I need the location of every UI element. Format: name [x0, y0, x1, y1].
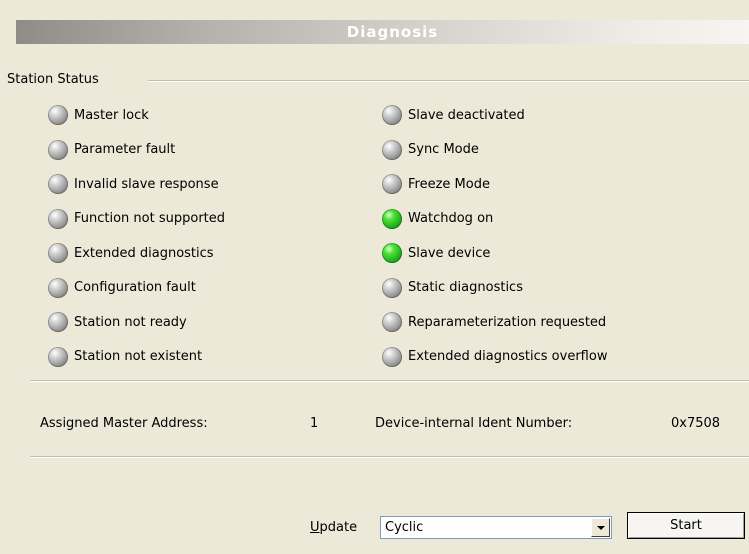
status-label: Parameter fault [74, 142, 176, 158]
status-item-watchdog-on: Watchdog on [382, 202, 607, 237]
status-label: Invalid slave response [74, 176, 219, 192]
status-column-right: Slave deactivated Sync Mode Freeze Mode … [382, 98, 607, 374]
status-column-left: Master lock Parameter fault Invalid slav… [48, 98, 225, 374]
status-led-icon [48, 139, 68, 160]
status-label: Master lock [74, 107, 149, 123]
status-led-icon [48, 174, 68, 195]
status-led-icon [48, 277, 68, 298]
status-label: Static diagnostics [408, 280, 523, 296]
status-item-station-not-ready: Station not ready [48, 305, 225, 340]
status-label: Slave device [408, 245, 491, 261]
station-status-group-border [148, 80, 749, 82]
status-led-icon [382, 105, 402, 126]
status-item-parameter-fault: Parameter fault [48, 133, 225, 168]
status-led-icon [382, 174, 402, 195]
page-title: Diagnosis [346, 23, 439, 41]
start-button-label: Start [670, 518, 702, 533]
status-item-invalid-slave-response: Invalid slave response [48, 167, 225, 202]
status-label: Freeze Mode [408, 176, 490, 192]
status-led-icon [48, 312, 68, 333]
status-item-function-not-supported: Function not supported [48, 202, 225, 237]
ident-number-value: 0x7508 [671, 416, 721, 431]
status-label: Extended diagnostics overflow [408, 349, 608, 365]
status-label: Watchdog on [408, 211, 494, 227]
status-label: Configuration fault [74, 280, 196, 296]
dropdown-arrow-icon[interactable] [591, 518, 610, 537]
station-status-group-label: Station Status [7, 72, 103, 87]
status-label: Function not supported [74, 211, 226, 227]
status-item-slave-deactivated: Slave deactivated [382, 98, 607, 133]
status-item-sync-mode: Sync Mode [382, 133, 607, 168]
diagnosis-title-bar: Diagnosis [16, 20, 749, 44]
status-item-extended-diagnostics: Extended diagnostics [48, 236, 225, 271]
status-item-configuration-fault: Configuration fault [48, 271, 225, 306]
status-led-icon [382, 277, 402, 298]
status-led-icon [48, 243, 68, 264]
update-mode-value: Cyclic [385, 520, 424, 535]
update-label-rest: pdate [319, 520, 358, 535]
status-item-reparameterization-requested: Reparameterization requested [382, 305, 607, 340]
update-label-accelerator: U [310, 520, 320, 535]
update-label: Update [310, 520, 357, 535]
status-led-icon [382, 139, 402, 160]
status-item-slave-device: Slave device [382, 236, 607, 271]
status-led-icon [48, 208, 68, 229]
ident-number-label: Device-internal Ident Number: [375, 416, 573, 431]
master-address-label: Assigned Master Address: [40, 416, 208, 431]
status-label: Extended diagnostics [74, 245, 214, 261]
status-label: Slave deactivated [408, 107, 525, 123]
master-address-value: 1 [310, 416, 319, 431]
status-led-icon [382, 208, 402, 229]
status-item-freeze-mode: Freeze Mode [382, 167, 607, 202]
status-item-static-diagnostics: Static diagnostics [382, 271, 607, 306]
update-mode-select[interactable]: Cyclic [380, 516, 612, 539]
status-label: Station not ready [74, 314, 187, 330]
divider-top [30, 380, 749, 382]
status-label: Sync Mode [408, 142, 479, 158]
status-led-icon [48, 105, 68, 126]
status-item-extended-diagnostics-overflow: Extended diagnostics overflow [382, 340, 607, 375]
status-item-master-lock: Master lock [48, 98, 225, 133]
status-item-station-not-existent: Station not existent [48, 340, 225, 375]
divider-bottom [30, 456, 749, 458]
status-label: Station not existent [74, 349, 203, 365]
status-led-icon [48, 346, 68, 367]
start-button[interactable]: Start [627, 512, 745, 539]
status-led-icon [382, 243, 402, 264]
status-led-icon [382, 312, 402, 333]
status-label: Reparameterization requested [408, 314, 607, 330]
status-led-icon [382, 346, 402, 367]
